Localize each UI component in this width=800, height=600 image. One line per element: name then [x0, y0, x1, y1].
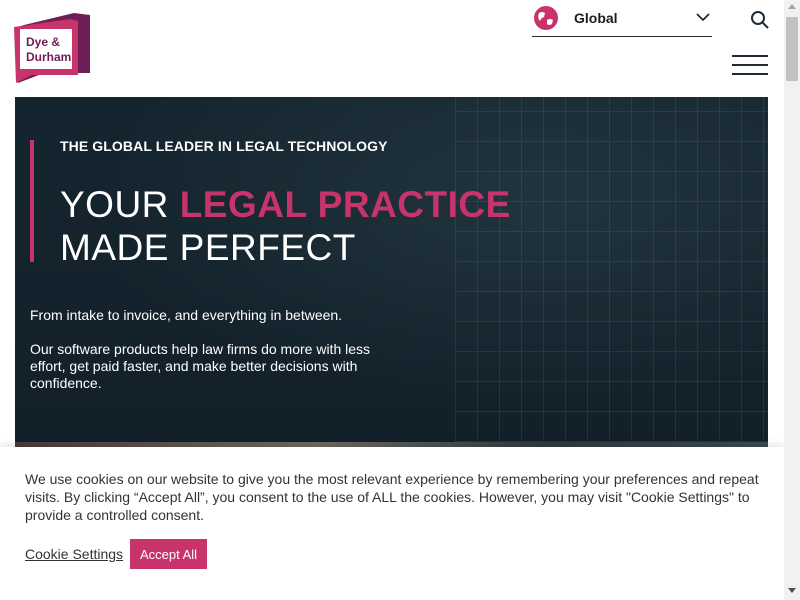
cookie-text: We use cookies on our website to give yo…	[25, 471, 759, 523]
burger-line	[732, 55, 768, 57]
accept-all-button[interactable]: Accept All	[130, 539, 207, 569]
hero-subline: From intake to invoice, and everything i…	[30, 307, 343, 323]
hero-eyebrow: THE GLOBAL LEADER IN LEGAL TECHNOLOGY	[60, 138, 388, 154]
burger-line	[732, 64, 768, 66]
hero-body: Our software products help law firms do …	[30, 341, 371, 391]
search-icon[interactable]	[750, 10, 770, 30]
scroll-down-arrow-icon[interactable]	[788, 588, 796, 593]
region-label: Global	[574, 10, 618, 26]
logo-line2: Durham	[26, 50, 71, 64]
headline-line2: MADE PERFECT	[60, 227, 356, 268]
hero-accent-bar	[30, 140, 34, 262]
site-header: Dye & Durham Global	[0, 0, 784, 97]
cookie-banner: We use cookies on our website to give yo…	[0, 447, 784, 600]
region-selector[interactable]: Global	[532, 5, 712, 37]
headline-accent: LEGAL PRACTICE	[179, 184, 511, 225]
logo-line1: Dye &	[26, 35, 60, 49]
dye-durham-logo[interactable]: Dye & Durham	[14, 13, 92, 85]
cookie-settings-link[interactable]: Cookie Settings	[25, 546, 123, 562]
hero-background-texture	[455, 97, 768, 442]
page-scrollbar[interactable]	[784, 0, 800, 600]
scroll-thumb[interactable]	[786, 17, 798, 81]
hero-headline: YOUR LEGAL PRACTICE MADE PERFECT	[60, 183, 511, 269]
hero-banner: THE GLOBAL LEADER IN LEGAL TECHNOLOGY YO…	[15, 97, 768, 442]
globe-icon	[534, 6, 558, 30]
chevron-down-icon	[696, 13, 710, 22]
hamburger-menu-icon[interactable]	[732, 55, 768, 79]
scroll-up-arrow-icon[interactable]	[788, 4, 796, 9]
burger-line	[732, 73, 768, 75]
headline-part1: YOUR	[60, 184, 180, 225]
